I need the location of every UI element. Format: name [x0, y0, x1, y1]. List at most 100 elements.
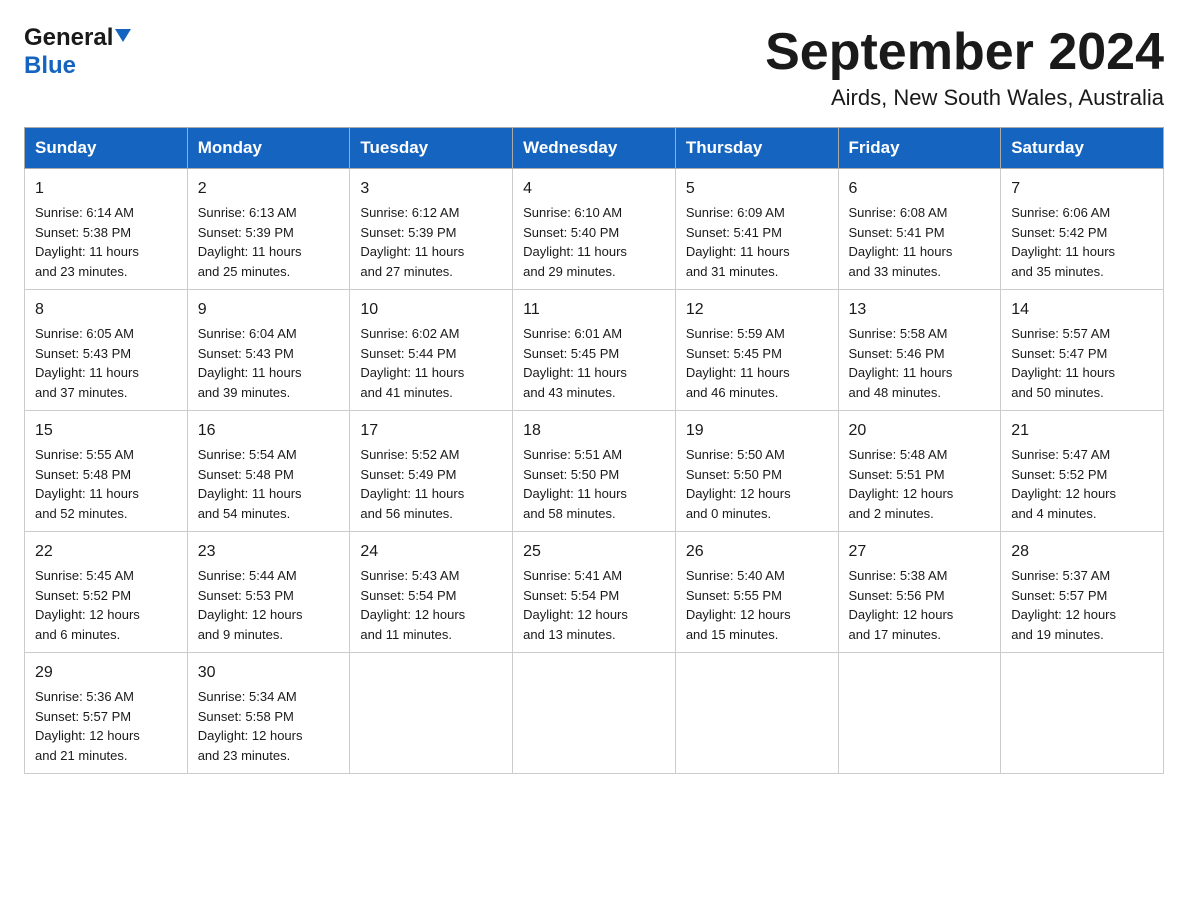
calendar-day-cell: 27 Sunrise: 5:38 AMSunset: 5:56 PMDaylig…: [838, 532, 1001, 653]
day-number: 9: [198, 298, 340, 322]
day-number: 15: [35, 419, 177, 443]
day-info: Sunrise: 6:12 AMSunset: 5:39 PMDaylight:…: [360, 205, 464, 279]
day-info: Sunrise: 6:06 AMSunset: 5:42 PMDaylight:…: [1011, 205, 1115, 279]
col-sunday: Sunday: [25, 128, 188, 169]
day-info: Sunrise: 5:48 AMSunset: 5:51 PMDaylight:…: [849, 447, 954, 521]
day-number: 16: [198, 419, 340, 443]
calendar-day-cell: 12 Sunrise: 5:59 AMSunset: 5:45 PMDaylig…: [675, 290, 838, 411]
calendar-day-cell: 30 Sunrise: 5:34 AMSunset: 5:58 PMDaylig…: [187, 653, 350, 774]
logo-general-text: General: [24, 24, 131, 52]
day-number: 21: [1011, 419, 1153, 443]
day-number: 23: [198, 540, 340, 564]
page-header: General Blue September 2024 Airds, New S…: [24, 24, 1164, 111]
day-info: Sunrise: 5:52 AMSunset: 5:49 PMDaylight:…: [360, 447, 464, 521]
day-number: 1: [35, 177, 177, 201]
day-number: 28: [1011, 540, 1153, 564]
col-wednesday: Wednesday: [513, 128, 676, 169]
col-thursday: Thursday: [675, 128, 838, 169]
day-number: 7: [1011, 177, 1153, 201]
calendar-day-cell: [838, 653, 1001, 774]
calendar-day-cell: [513, 653, 676, 774]
col-tuesday: Tuesday: [350, 128, 513, 169]
day-info: Sunrise: 6:14 AMSunset: 5:38 PMDaylight:…: [35, 205, 139, 279]
day-info: Sunrise: 5:57 AMSunset: 5:47 PMDaylight:…: [1011, 326, 1115, 400]
calendar-day-cell: 8 Sunrise: 6:05 AMSunset: 5:43 PMDayligh…: [25, 290, 188, 411]
day-number: 12: [686, 298, 828, 322]
logo-blue-text: Blue: [24, 52, 76, 80]
calendar-day-cell: 24 Sunrise: 5:43 AMSunset: 5:54 PMDaylig…: [350, 532, 513, 653]
calendar-day-cell: [1001, 653, 1164, 774]
day-number: 26: [686, 540, 828, 564]
calendar-day-cell: 29 Sunrise: 5:36 AMSunset: 5:57 PMDaylig…: [25, 653, 188, 774]
day-info: Sunrise: 6:04 AMSunset: 5:43 PMDaylight:…: [198, 326, 302, 400]
calendar-week-3: 15 Sunrise: 5:55 AMSunset: 5:48 PMDaylig…: [25, 411, 1164, 532]
day-info: Sunrise: 5:41 AMSunset: 5:54 PMDaylight:…: [523, 568, 628, 642]
calendar-day-cell: 6 Sunrise: 6:08 AMSunset: 5:41 PMDayligh…: [838, 169, 1001, 290]
day-number: 2: [198, 177, 340, 201]
day-number: 17: [360, 419, 502, 443]
day-info: Sunrise: 5:58 AMSunset: 5:46 PMDaylight:…: [849, 326, 953, 400]
col-monday: Monday: [187, 128, 350, 169]
calendar-table: Sunday Monday Tuesday Wednesday Thursday…: [24, 127, 1164, 774]
day-info: Sunrise: 5:47 AMSunset: 5:52 PMDaylight:…: [1011, 447, 1116, 521]
day-info: Sunrise: 6:10 AMSunset: 5:40 PMDaylight:…: [523, 205, 627, 279]
calendar-week-4: 22 Sunrise: 5:45 AMSunset: 5:52 PMDaylig…: [25, 532, 1164, 653]
calendar-day-cell: 18 Sunrise: 5:51 AMSunset: 5:50 PMDaylig…: [513, 411, 676, 532]
day-number: 29: [35, 661, 177, 685]
calendar-day-cell: 9 Sunrise: 6:04 AMSunset: 5:43 PMDayligh…: [187, 290, 350, 411]
calendar-day-cell: 26 Sunrise: 5:40 AMSunset: 5:55 PMDaylig…: [675, 532, 838, 653]
calendar-day-cell: 25 Sunrise: 5:41 AMSunset: 5:54 PMDaylig…: [513, 532, 676, 653]
day-number: 24: [360, 540, 502, 564]
col-friday: Friday: [838, 128, 1001, 169]
calendar-header-row: Sunday Monday Tuesday Wednesday Thursday…: [25, 128, 1164, 169]
calendar-week-5: 29 Sunrise: 5:36 AMSunset: 5:57 PMDaylig…: [25, 653, 1164, 774]
calendar-day-cell: 23 Sunrise: 5:44 AMSunset: 5:53 PMDaylig…: [187, 532, 350, 653]
calendar-day-cell: 10 Sunrise: 6:02 AMSunset: 5:44 PMDaylig…: [350, 290, 513, 411]
logo: General Blue: [24, 24, 131, 80]
calendar-day-cell: 1 Sunrise: 6:14 AMSunset: 5:38 PMDayligh…: [25, 169, 188, 290]
day-info: Sunrise: 6:05 AMSunset: 5:43 PMDaylight:…: [35, 326, 139, 400]
day-info: Sunrise: 5:54 AMSunset: 5:48 PMDaylight:…: [198, 447, 302, 521]
day-number: 4: [523, 177, 665, 201]
day-info: Sunrise: 5:36 AMSunset: 5:57 PMDaylight:…: [35, 689, 140, 763]
day-info: Sunrise: 6:01 AMSunset: 5:45 PMDaylight:…: [523, 326, 627, 400]
day-info: Sunrise: 5:37 AMSunset: 5:57 PMDaylight:…: [1011, 568, 1116, 642]
day-number: 18: [523, 419, 665, 443]
logo-triangle-icon: [115, 29, 131, 42]
day-number: 30: [198, 661, 340, 685]
calendar-day-cell: 17 Sunrise: 5:52 AMSunset: 5:49 PMDaylig…: [350, 411, 513, 532]
day-info: Sunrise: 5:40 AMSunset: 5:55 PMDaylight:…: [686, 568, 791, 642]
calendar-week-1: 1 Sunrise: 6:14 AMSunset: 5:38 PMDayligh…: [25, 169, 1164, 290]
calendar-day-cell: [675, 653, 838, 774]
calendar-day-cell: 16 Sunrise: 5:54 AMSunset: 5:48 PMDaylig…: [187, 411, 350, 532]
day-number: 11: [523, 298, 665, 322]
day-number: 14: [1011, 298, 1153, 322]
calendar-day-cell: 4 Sunrise: 6:10 AMSunset: 5:40 PMDayligh…: [513, 169, 676, 290]
day-info: Sunrise: 6:09 AMSunset: 5:41 PMDaylight:…: [686, 205, 790, 279]
day-number: 6: [849, 177, 991, 201]
day-info: Sunrise: 5:34 AMSunset: 5:58 PMDaylight:…: [198, 689, 303, 763]
month-title: September 2024: [765, 24, 1164, 81]
day-number: 20: [849, 419, 991, 443]
day-number: 8: [35, 298, 177, 322]
day-number: 19: [686, 419, 828, 443]
day-number: 10: [360, 298, 502, 322]
day-info: Sunrise: 5:45 AMSunset: 5:52 PMDaylight:…: [35, 568, 140, 642]
day-info: Sunrise: 5:38 AMSunset: 5:56 PMDaylight:…: [849, 568, 954, 642]
day-info: Sunrise: 5:51 AMSunset: 5:50 PMDaylight:…: [523, 447, 627, 521]
title-block: September 2024 Airds, New South Wales, A…: [765, 24, 1164, 111]
day-info: Sunrise: 6:13 AMSunset: 5:39 PMDaylight:…: [198, 205, 302, 279]
calendar-day-cell: [350, 653, 513, 774]
day-number: 27: [849, 540, 991, 564]
calendar-day-cell: 5 Sunrise: 6:09 AMSunset: 5:41 PMDayligh…: [675, 169, 838, 290]
day-number: 22: [35, 540, 177, 564]
col-saturday: Saturday: [1001, 128, 1164, 169]
day-info: Sunrise: 6:08 AMSunset: 5:41 PMDaylight:…: [849, 205, 953, 279]
calendar-day-cell: 13 Sunrise: 5:58 AMSunset: 5:46 PMDaylig…: [838, 290, 1001, 411]
calendar-day-cell: 28 Sunrise: 5:37 AMSunset: 5:57 PMDaylig…: [1001, 532, 1164, 653]
calendar-day-cell: 20 Sunrise: 5:48 AMSunset: 5:51 PMDaylig…: [838, 411, 1001, 532]
day-info: Sunrise: 5:44 AMSunset: 5:53 PMDaylight:…: [198, 568, 303, 642]
day-number: 13: [849, 298, 991, 322]
calendar-day-cell: 15 Sunrise: 5:55 AMSunset: 5:48 PMDaylig…: [25, 411, 188, 532]
day-info: Sunrise: 6:02 AMSunset: 5:44 PMDaylight:…: [360, 326, 464, 400]
